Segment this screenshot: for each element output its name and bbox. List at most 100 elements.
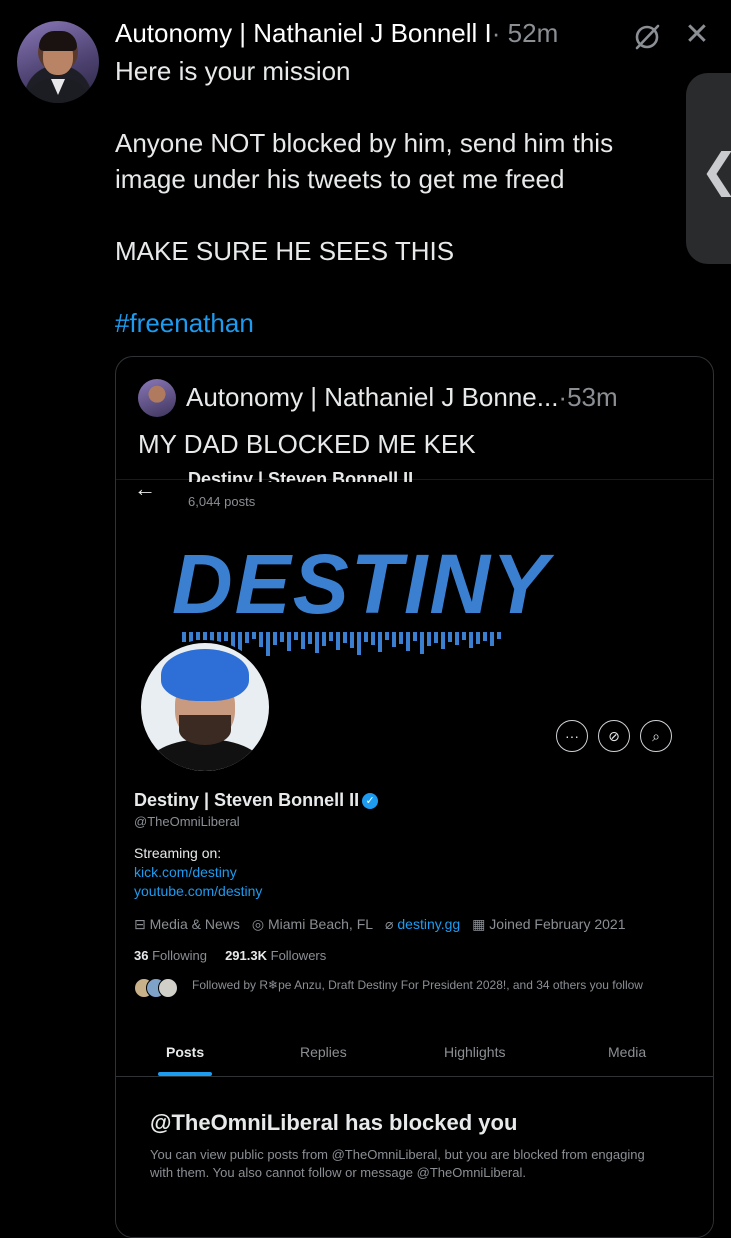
grok-icon: ⊘: [598, 720, 630, 752]
equalizer-bar: [266, 632, 270, 656]
blocked-title: @TheOmniLiberal has blocked you: [150, 1110, 518, 1135]
equalizer-bar: [280, 632, 284, 642]
website-item: ⌀ destiny.gg: [385, 916, 460, 933]
briefcase-icon: ⊟: [134, 916, 146, 932]
blocked-message: You can view public posts from @TheOmniL…: [150, 1147, 645, 1180]
equalizer-bar: [448, 632, 452, 642]
followed-by: Followed by R❄pe Anzu, Draft Destiny For…: [134, 978, 654, 998]
follow-counts: 36 Following 291.3K Followers: [134, 948, 326, 963]
bio-heading: Streaming on:: [134, 845, 222, 861]
profile-handle: @TheOmniLiberal: [134, 814, 240, 829]
equalizer-bar: [392, 632, 396, 647]
post-line: Here is your mission: [115, 56, 351, 86]
tab-highlights: Highlights: [444, 1044, 506, 1060]
screenshot-post-count: 6,044 posts: [188, 494, 256, 509]
equalizer-bar: [273, 632, 277, 645]
profile-tabs: Posts Replies Highlights Media: [116, 1032, 713, 1077]
post-line: Anyone NOT blocked by him, send him this: [115, 128, 614, 158]
following-count: 36: [134, 948, 149, 963]
quoted-post[interactable]: Autonomy | Nathaniel J Bonne...·53m MY D…: [115, 356, 714, 1238]
equalizer-bar: [490, 632, 494, 646]
banner-word: DESTINY: [172, 537, 551, 631]
equalizer-bar: [427, 632, 431, 646]
equalizer-bar: [350, 632, 354, 648]
equalizer-bar: [224, 632, 228, 641]
post-line: image under his tweets to get me freed: [115, 164, 565, 194]
profile-avatar-beard: [179, 715, 231, 745]
equalizer-bar: [357, 632, 361, 655]
followed-by-text: Followed by R❄pe Anzu, Draft Destiny For…: [192, 978, 643, 992]
post-time[interactable]: 52m: [508, 18, 559, 48]
author-avatar[interactable]: [17, 21, 99, 103]
tab-replies: Replies: [300, 1044, 347, 1060]
equalizer-bar: [308, 632, 312, 644]
location-item: ◎ Miami Beach, FL: [252, 916, 373, 933]
mini-avatar: [158, 978, 178, 998]
equalizer-bar: [441, 632, 445, 649]
equalizer-bar: [371, 632, 375, 645]
quote-time: 53m: [567, 382, 618, 412]
equalizer-bar: [245, 632, 249, 643]
link-icon: ⌀: [385, 916, 394, 932]
bio-link: kick.com/destiny: [134, 864, 237, 880]
hashtag-link[interactable]: #freenathan: [115, 305, 254, 341]
joined-item: ▦ Joined February 2021: [472, 916, 625, 933]
equalizer-bar: [364, 632, 368, 642]
equalizer-bar: [343, 632, 347, 643]
joined-text: Joined February 2021: [489, 916, 626, 932]
active-tab-indicator: [158, 1072, 212, 1076]
website-link: destiny.gg: [397, 916, 461, 932]
following-label: Following: [152, 948, 208, 963]
profile-name: Destiny | Steven Bonnell II ✓: [134, 790, 379, 811]
verified-badge-icon: ✓: [362, 793, 379, 809]
equalizer-bar: [301, 632, 305, 649]
author-name[interactable]: Autonomy | Nathaniel J Bonnell I: [115, 18, 492, 48]
equalizer-bar: [476, 632, 480, 644]
equalizer-bar: [455, 632, 459, 645]
equalizer-bar: [252, 632, 256, 639]
equalizer-bar: [329, 632, 333, 641]
followers-label: Followers: [270, 948, 327, 963]
quote-author-avatar: [138, 379, 176, 417]
more-options-icon: ···: [556, 720, 588, 752]
avatar-hair: [39, 31, 77, 51]
quote-header: Autonomy | Nathaniel J Bonne...·53m: [186, 382, 618, 413]
followers-count: 291.3K: [225, 948, 267, 963]
equalizer-bar: [483, 632, 487, 641]
calendar-icon: ▦: [472, 916, 486, 932]
post-line: MAKE SURE HE SEES THIS: [115, 236, 455, 266]
equalizer-bar: [378, 632, 382, 652]
profile-avatar: [138, 640, 272, 774]
equalizer-bar: [497, 632, 501, 639]
equalizer-bar: [406, 632, 410, 651]
header-separator: ·: [491, 18, 501, 48]
grok-icon[interactable]: [632, 22, 662, 52]
chevron-left-icon: ❮: [700, 143, 731, 197]
equalizer-bar: [420, 632, 424, 654]
category-text: Media & News: [149, 916, 240, 932]
location-pin-icon: ◎: [251, 916, 265, 932]
profile-name-text: Destiny | Steven Bonnell II: [134, 790, 360, 810]
equalizer-bar: [413, 632, 417, 641]
search-icon: ⌕: [640, 720, 672, 752]
profile-avatar-hair: [161, 649, 249, 701]
tab-posts: Posts: [166, 1044, 205, 1060]
equalizer-bar: [399, 632, 403, 644]
bio-link: youtube.com/destiny: [134, 883, 263, 899]
tab-media: Media: [608, 1044, 647, 1060]
equalizer-bar: [322, 632, 326, 646]
close-icon[interactable]: ✕: [682, 20, 712, 50]
equalizer-bar: [434, 632, 438, 643]
screenshot-header-name: Destiny | Steven Bonnell II: [188, 469, 414, 482]
equalizer-bar: [469, 632, 473, 648]
category-item: ⊟ Media & News: [134, 916, 240, 933]
side-panel-handle[interactable]: ❮: [686, 73, 731, 264]
equalizer-bar: [182, 632, 186, 642]
attached-screenshot[interactable]: ← Destiny | Steven Bonnell II 6,044 post…: [116, 469, 713, 1237]
equalizer-bar: [259, 632, 263, 647]
quote-separator: ·: [558, 382, 568, 412]
profile-meta: ⊟ Media & News ◎ Miami Beach, FL ⌀ desti…: [134, 916, 625, 933]
equalizer-bar: [294, 632, 298, 640]
location-text: Miami Beach, FL: [268, 916, 374, 932]
quote-text: MY DAD BLOCKED ME KEK: [138, 429, 476, 459]
